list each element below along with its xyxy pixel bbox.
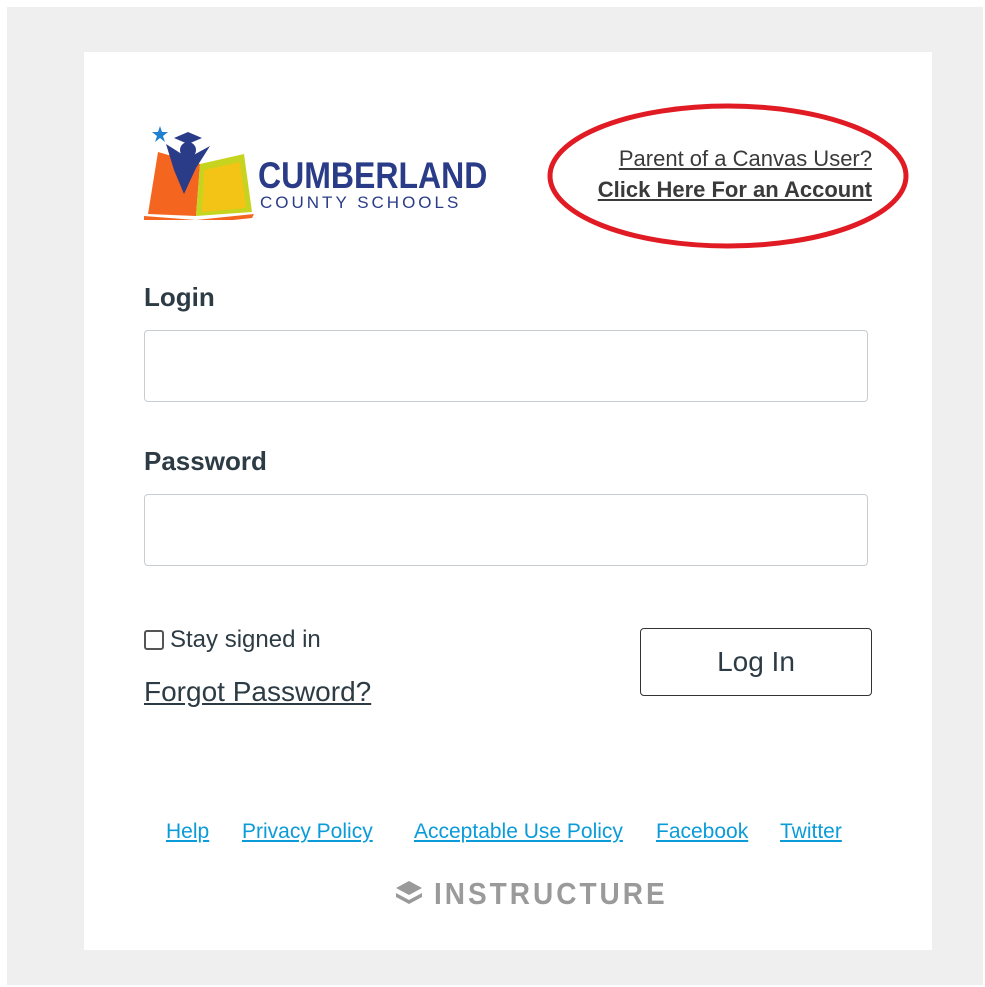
login-button[interactable]: Log In <box>640 628 872 696</box>
password-label: Password <box>144 446 267 476</box>
instructure-wordmark: INSTRUCTURE <box>434 876 668 911</box>
footer-link-help[interactable]: Help <box>166 820 209 844</box>
login-input[interactable] <box>144 330 868 402</box>
stay-signed-in[interactable]: Stay signed in <box>144 626 321 654</box>
login-card: CUMBERLAND COUNTY SCHOOLS Parent of a Ca… <box>84 52 932 950</box>
login-label: Login <box>144 282 215 312</box>
parent-link-line1[interactable]: Parent of a Canvas User? <box>598 144 872 174</box>
logo-wordmark: CUMBERLAND <box>258 154 488 197</box>
powered-by-instructure[interactable]: INSTRUCTURE <box>394 876 668 911</box>
logo-subtitle: COUNTY SCHOOLS <box>260 193 462 212</box>
footer-link-twitter[interactable]: Twitter <box>780 820 842 844</box>
school-book-logo-icon <box>144 126 254 220</box>
school-logo: CUMBERLAND COUNTY SCHOOLS <box>144 124 487 220</box>
parent-account-link[interactable]: Parent of a Canvas User? Click Here For … <box>598 144 872 206</box>
footer-link-facebook[interactable]: Facebook <box>656 820 748 844</box>
parent-link-line2[interactable]: Click Here For an Account <box>598 174 872 206</box>
instructure-logo-icon <box>396 881 422 904</box>
footer-link-privacy-policy[interactable]: Privacy Policy <box>242 820 373 844</box>
forgot-password-link[interactable]: Forgot Password? <box>144 676 371 708</box>
stay-signed-in-checkbox[interactable] <box>144 630 164 650</box>
stay-signed-in-label[interactable]: Stay signed in <box>170 626 321 654</box>
password-input[interactable] <box>144 494 868 566</box>
footer-link-acceptable-use-policy[interactable]: Acceptable Use Policy <box>414 820 623 844</box>
